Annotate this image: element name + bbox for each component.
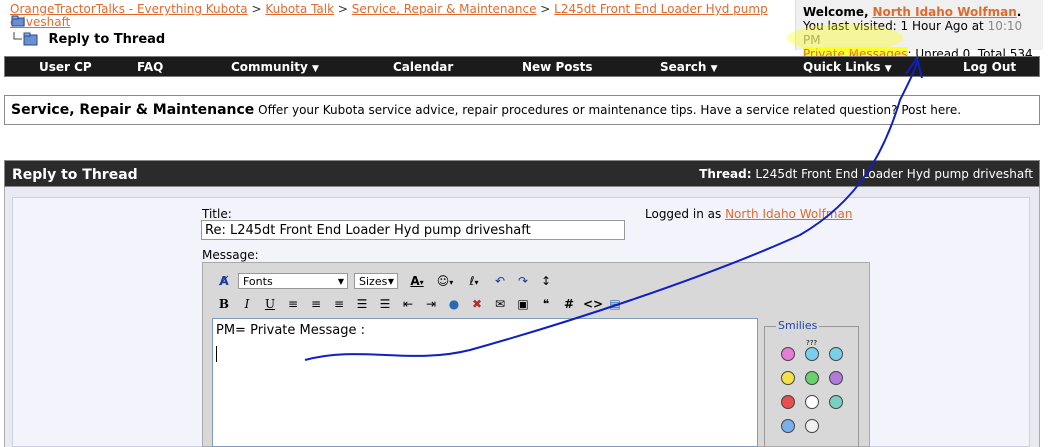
italic-icon[interactable]: I bbox=[238, 295, 256, 313]
nav-faq-label: FAQ bbox=[137, 60, 164, 74]
smiley-icon[interactable] bbox=[781, 347, 795, 361]
breadcrumb: OrangeTractorTalks - Everything Kubota >… bbox=[10, 3, 790, 29]
ordered-list-icon[interactable]: ☰ bbox=[353, 295, 371, 313]
confused-smiley-icon[interactable] bbox=[805, 347, 819, 361]
wrap-php-icon[interactable]: ▤ bbox=[606, 295, 624, 313]
reply-panel-header: Reply to Thread Thread: L245dt Front End… bbox=[4, 160, 1040, 187]
indent-icon[interactable]: ⇥ bbox=[422, 295, 440, 313]
mad-smiley-icon[interactable] bbox=[781, 395, 795, 409]
forum-description: Offer your Kubota service advice, repair… bbox=[258, 103, 962, 117]
nav-search-label: Search bbox=[660, 60, 707, 74]
quote-icon[interactable]: ❝ bbox=[537, 295, 555, 313]
nav-community-label: Community bbox=[231, 60, 308, 74]
smilies-label: Smilies bbox=[776, 319, 820, 332]
big-grin-icon[interactable] bbox=[805, 371, 819, 385]
chevron-down-icon: ▼ bbox=[710, 64, 718, 74]
thread-info: Thread: L245dt Front End Loader Hyd pump… bbox=[699, 167, 1033, 181]
attachment-icon[interactable]: ℓ▾ bbox=[462, 272, 486, 290]
editor-toolbar-row-2: B I U ≡ ≡ ≡ ☰ ☰ ⇤ ⇥ ● ✖ ✉ ▣ ❝ # <> ▤ bbox=[215, 295, 629, 313]
page-title-text: Reply to Thread bbox=[48, 32, 166, 47]
title-label: Title: bbox=[202, 207, 232, 221]
nav-calendar-label: Calendar bbox=[393, 60, 454, 74]
breadcrumb-separator: > bbox=[540, 2, 551, 16]
nav-quick-links[interactable]: Quick Links ▼ bbox=[803, 60, 892, 74]
align-center-icon[interactable]: ≡ bbox=[307, 295, 325, 313]
smiley-menu-icon[interactable]: ☺▾ bbox=[433, 272, 457, 290]
unordered-list-icon[interactable]: ☰ bbox=[376, 295, 394, 313]
nav-log-out-label: Log Out bbox=[963, 60, 1017, 74]
last-visited-text: You last visited: 1 Hour Ago at bbox=[803, 19, 984, 33]
cool-smiley-icon[interactable] bbox=[781, 419, 795, 433]
wrap-html-icon[interactable]: <> bbox=[583, 295, 603, 313]
chevron-down-icon: ▼ bbox=[884, 64, 892, 74]
size-select[interactable]: Sizes ▼ bbox=[354, 273, 398, 289]
align-right-icon[interactable]: ≡ bbox=[330, 295, 348, 313]
welcome-username-link[interactable]: North Idaho Wolfman bbox=[872, 5, 1016, 19]
tongue-smiley-icon[interactable] bbox=[805, 395, 819, 409]
confused-smiley-marks: ??? bbox=[806, 339, 818, 347]
nav-quick-links-label: Quick Links bbox=[803, 60, 881, 74]
undo-icon[interactable]: ↶ bbox=[491, 272, 509, 290]
chevron-down-icon: ▼ bbox=[387, 277, 394, 286]
logged-in-info: Logged in as North Idaho Wolfman bbox=[645, 207, 852, 221]
tree-branch-folder-icon bbox=[13, 32, 38, 46]
sad-smiley-icon[interactable] bbox=[829, 371, 843, 385]
nav-search[interactable]: Search ▼ bbox=[660, 60, 718, 74]
nav-new-posts[interactable]: New Posts bbox=[522, 60, 593, 74]
breadcrumb-separator: > bbox=[337, 2, 348, 16]
breadcrumb-link-kubota-talk[interactable]: Kubota Talk bbox=[265, 2, 334, 16]
reply-panel-title: Reply to Thread bbox=[12, 167, 138, 183]
page-title: Reply to Thread bbox=[12, 32, 165, 47]
grin-icon[interactable] bbox=[781, 371, 795, 385]
underline-icon[interactable]: U bbox=[261, 295, 279, 313]
redo-icon[interactable]: ↷ bbox=[514, 272, 532, 290]
nav-faq[interactable]: FAQ bbox=[137, 60, 163, 74]
wrap-code-icon[interactable]: # bbox=[560, 295, 578, 313]
text-cursor bbox=[216, 346, 217, 362]
nav-new-posts-label: New Posts bbox=[522, 60, 593, 74]
chevron-down-icon: ▼ bbox=[312, 64, 319, 74]
font-select-value: Fonts bbox=[243, 275, 273, 288]
size-select-value: Sizes bbox=[359, 275, 388, 288]
remove-link-icon[interactable]: ✖ bbox=[468, 295, 486, 313]
nav-log-out[interactable]: Log Out bbox=[963, 60, 1016, 74]
remove-format-icon[interactable]: A̸ bbox=[215, 272, 233, 290]
title-input[interactable] bbox=[201, 220, 625, 240]
nav-calendar[interactable]: Calendar bbox=[393, 60, 453, 74]
rolleyes-smiley-icon[interactable] bbox=[829, 395, 843, 409]
logged-in-user-link[interactable]: North Idaho Wolfman bbox=[725, 207, 852, 221]
thread-label: Thread: bbox=[699, 167, 752, 181]
editor-toolbar-row-1: A̸ Fonts ▼ Sizes ▼ A▾ ☺▾ ℓ▾ ↶ ↷ ↕ bbox=[215, 272, 560, 290]
welcome-box: Welcome, North Idaho Wolfman. You last v… bbox=[795, 0, 1043, 61]
navbar: User CP FAQ Community ▼ Calendar New Pos… bbox=[4, 56, 1040, 77]
message-text: PM= Private Message : bbox=[216, 323, 366, 338]
forum-description-bar: Service, Repair & Maintenance Offer your… bbox=[4, 95, 1040, 125]
insert-email-icon[interactable]: ✉ bbox=[491, 295, 509, 313]
insert-image-icon[interactable]: ▣ bbox=[514, 295, 532, 313]
align-left-icon[interactable]: ≡ bbox=[284, 295, 302, 313]
breadcrumb-separator: > bbox=[251, 2, 262, 16]
welcome-greeting: Welcome, bbox=[803, 5, 869, 19]
resize-icon[interactable]: ↕ bbox=[537, 272, 555, 290]
nav-community[interactable]: Community ▼ bbox=[231, 60, 319, 74]
welcome-period: . bbox=[1016, 5, 1022, 19]
logged-in-label: Logged in as bbox=[645, 207, 722, 221]
message-textarea[interactable]: PM= Private Message : bbox=[212, 318, 758, 447]
breadcrumb-link-service-repair[interactable]: Service, Repair & Maintenance bbox=[352, 2, 537, 16]
nav-user-cp[interactable]: User CP bbox=[39, 60, 92, 74]
insert-link-icon[interactable]: ● bbox=[445, 295, 463, 313]
thread-name: L245dt Front End Loader Hyd pump drivesh… bbox=[755, 167, 1033, 181]
outdent-icon[interactable]: ⇤ bbox=[399, 295, 417, 313]
breadcrumb-folder-icon bbox=[11, 15, 25, 30]
eek-smiley-icon[interactable] bbox=[805, 419, 819, 433]
bold-icon[interactable]: B bbox=[215, 295, 233, 313]
message-label: Message: bbox=[202, 248, 259, 262]
breadcrumb-link-home[interactable]: OrangeTractorTalks - Everything Kubota bbox=[10, 2, 248, 16]
forum-name: Service, Repair & Maintenance bbox=[11, 102, 255, 118]
chevron-down-icon: ▼ bbox=[337, 277, 344, 286]
font-select[interactable]: Fonts ▼ bbox=[238, 273, 348, 289]
text-color-icon[interactable]: A▾ bbox=[406, 272, 428, 290]
nav-user-cp-label: User CP bbox=[39, 60, 92, 74]
smile-icon[interactable] bbox=[829, 347, 843, 361]
